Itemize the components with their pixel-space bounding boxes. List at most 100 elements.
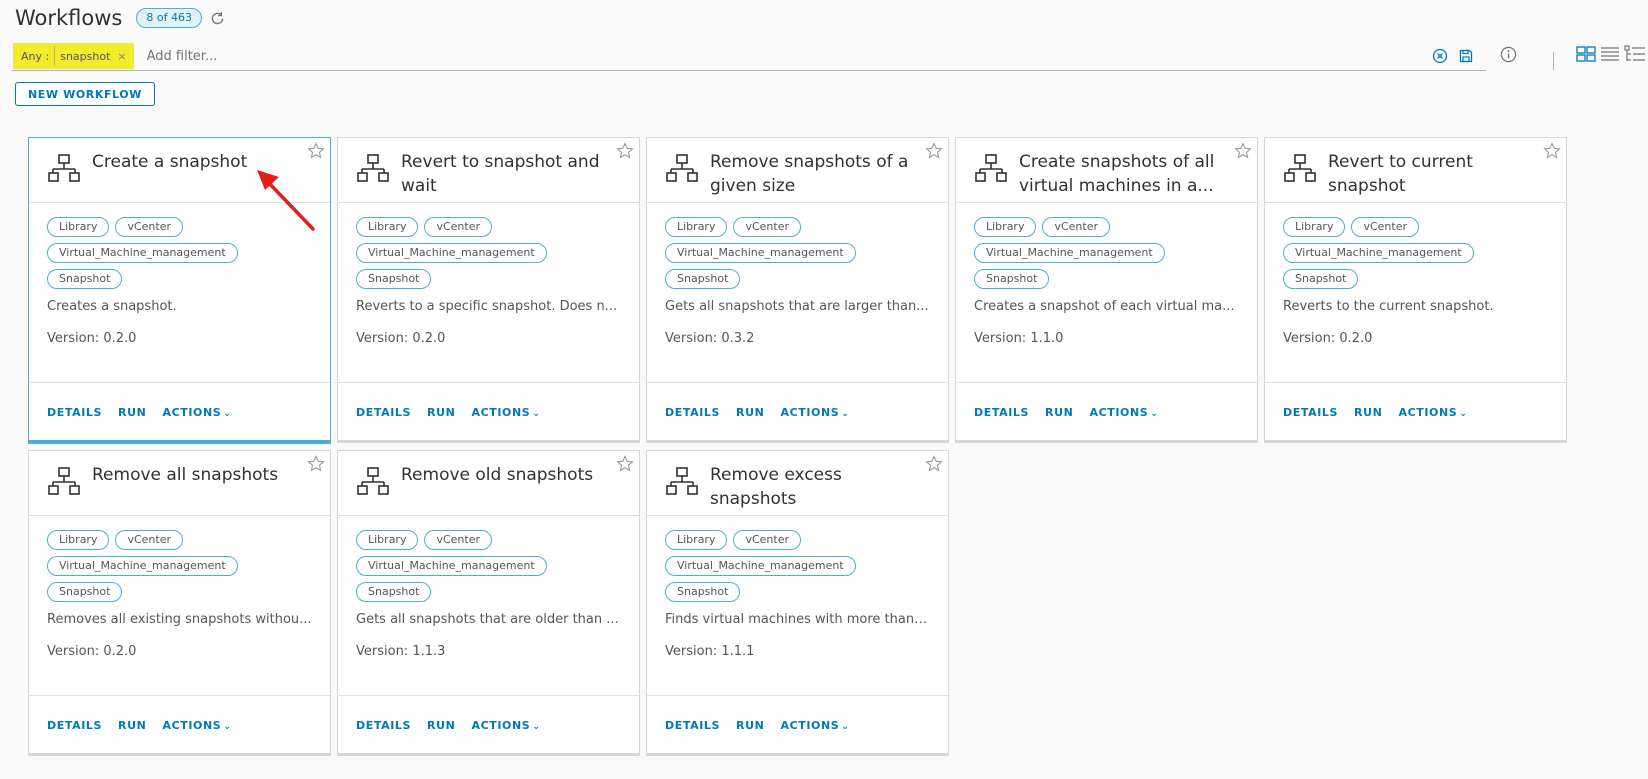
card-description: Gets all snapshots that are older than .…	[356, 612, 619, 627]
run-button[interactable]: RUN	[427, 406, 455, 419]
run-button[interactable]: RUN	[118, 406, 146, 419]
actions-label: ACTIONS	[1089, 405, 1149, 419]
actions-dropdown[interactable]: ACTIONS ⌄	[471, 406, 540, 419]
chevron-down-icon: ⌄	[841, 721, 850, 732]
card-version: Version: 0.2.0	[47, 331, 137, 346]
card-body: Library vCenter Virtual_Machine_management…	[1265, 203, 1566, 383]
card-view-icon[interactable]	[1576, 46, 1596, 62]
workflow-card[interactable]: Remove all snapshots Library vCenter Virtua…	[28, 450, 331, 754]
card-title[interactable]: Revert to snapshot and wait	[401, 150, 606, 198]
card-title[interactable]: Remove old snapshots	[401, 463, 606, 487]
tag-badge: Snapshot	[356, 582, 432, 602]
actions-dropdown[interactable]: ACTIONS ⌄	[471, 719, 540, 732]
workflow-icon	[975, 154, 1007, 182]
tag-badge: Virtual_Machine_management	[47, 556, 238, 576]
favorite-star-icon[interactable]	[925, 455, 943, 473]
card-footer: DETAILS RUN ACTIONS ⌄	[647, 696, 948, 754]
details-button[interactable]: DETAILS	[356, 719, 411, 732]
tree-view-icon[interactable]	[1624, 45, 1646, 63]
actions-label: ACTIONS	[162, 718, 222, 732]
result-count-badge: 8 of 463	[136, 8, 202, 28]
run-button[interactable]: RUN	[1354, 406, 1382, 419]
remove-filter-icon[interactable]: ×	[115, 50, 130, 63]
card-title[interactable]: Create snapshots of all virtual machines…	[1019, 150, 1224, 198]
tag-badge: Snapshot	[356, 269, 432, 289]
workflow-card[interactable]: Revert to current snapshot Library vCenter…	[1264, 137, 1567, 441]
filter-chip[interactable]: Any : snapshot ×	[13, 43, 134, 69]
run-button[interactable]: RUN	[736, 719, 764, 732]
card-version: Version: 1.1.3	[356, 644, 446, 659]
tag-badge: Library	[665, 217, 728, 237]
favorite-star-icon[interactable]	[307, 455, 325, 473]
workflow-card[interactable]: Revert to snapshot and wait Library vCente…	[337, 137, 640, 441]
workflow-card[interactable]: Remove old snapshots Library vCenter Virtua…	[337, 450, 640, 754]
card-description: Finds virtual machines with more than ..…	[665, 612, 930, 627]
chevron-down-icon: ⌄	[223, 408, 232, 419]
save-filter-icon[interactable]	[1458, 48, 1474, 64]
filter-bar: Any : snapshot ×	[12, 42, 1486, 71]
tag-badge: vCenter	[424, 217, 493, 237]
card-header: Revert to snapshot and wait	[338, 138, 639, 203]
refresh-icon[interactable]	[209, 10, 226, 27]
card-header: Create snapshots of all virtual machines…	[956, 138, 1257, 203]
info-icon[interactable]	[1500, 46, 1517, 63]
card-header: Remove old snapshots	[338, 451, 639, 516]
details-button[interactable]: DETAILS	[665, 406, 720, 419]
tag-badge: vCenter	[1351, 217, 1420, 237]
tag-badge: vCenter	[115, 217, 184, 237]
card-body: Library vCenter Virtual_Machine_management…	[647, 516, 948, 696]
details-button[interactable]: DETAILS	[47, 406, 102, 419]
details-button[interactable]: DETAILS	[665, 719, 720, 732]
tag-list: Library vCenter Virtual_Machine_management…	[974, 217, 1234, 295]
favorite-star-icon[interactable]	[925, 142, 943, 160]
actions-dropdown[interactable]: ACTIONS ⌄	[780, 719, 849, 732]
details-button[interactable]: DETAILS	[974, 406, 1029, 419]
page-title: Workflows	[15, 6, 123, 30]
run-button[interactable]: RUN	[736, 406, 764, 419]
card-title[interactable]: Revert to current snapshot	[1328, 150, 1533, 198]
run-button[interactable]: RUN	[118, 719, 146, 732]
run-button[interactable]: RUN	[427, 719, 455, 732]
tag-badge: vCenter	[424, 530, 493, 550]
favorite-star-icon[interactable]	[1543, 142, 1561, 160]
details-button[interactable]: DETAILS	[47, 719, 102, 732]
toolbar-divider	[1553, 52, 1554, 70]
favorite-star-icon[interactable]	[616, 142, 634, 160]
actions-dropdown[interactable]: ACTIONS ⌄	[162, 719, 231, 732]
tag-list: Library vCenter Virtual_Machine_management…	[47, 530, 307, 608]
workflow-card[interactable]: Remove excess snapshots Library vCenter Vir…	[646, 450, 949, 754]
filter-input[interactable]	[144, 47, 1369, 65]
tag-badge: Virtual_Machine_management	[356, 556, 547, 576]
card-footer: DETAILS RUN ACTIONS ⌄	[29, 696, 330, 754]
run-button[interactable]: RUN	[1045, 406, 1073, 419]
card-title[interactable]: Remove all snapshots	[92, 463, 297, 487]
details-button[interactable]: DETAILS	[1283, 406, 1338, 419]
favorite-star-icon[interactable]	[307, 142, 325, 160]
card-footer: DETAILS RUN ACTIONS ⌄	[956, 383, 1257, 441]
tag-list: Library vCenter Virtual_Machine_management…	[1283, 217, 1543, 295]
tag-badge: Snapshot	[47, 269, 123, 289]
actions-dropdown[interactable]: ACTIONS ⌄	[1398, 406, 1467, 419]
actions-dropdown[interactable]: ACTIONS ⌄	[1089, 406, 1158, 419]
actions-dropdown[interactable]: ACTIONS ⌄	[162, 406, 231, 419]
card-body: Library vCenter Virtual_Machine_management…	[956, 203, 1257, 383]
clear-filter-icon[interactable]	[1432, 48, 1448, 64]
card-title[interactable]: Remove excess snapshots	[710, 463, 915, 511]
annotation-arrow	[257, 170, 315, 231]
card-footer: DETAILS RUN ACTIONS ⌄	[29, 383, 330, 441]
card-version: Version: 0.2.0	[356, 331, 446, 346]
workflow-card[interactable]: Create snapshots of all virtual machines…	[955, 137, 1258, 441]
card-version: Version: 0.3.2	[665, 331, 755, 346]
card-title[interactable]: Remove snapshots of a given size	[710, 150, 915, 198]
new-workflow-button[interactable]: NEW WORKFLOW	[15, 82, 155, 106]
page-header: Workflows 8 of 463	[15, 6, 226, 30]
workflow-card[interactable]: Remove snapshots of a given size Library v…	[646, 137, 949, 441]
details-button[interactable]: DETAILS	[356, 406, 411, 419]
favorite-star-icon[interactable]	[616, 455, 634, 473]
list-view-icon[interactable]	[1600, 46, 1620, 62]
favorite-star-icon[interactable]	[1234, 142, 1252, 160]
chevron-down-icon: ⌄	[223, 721, 232, 732]
tag-badge: Virtual_Machine_management	[665, 243, 856, 263]
card-header: Remove snapshots of a given size	[647, 138, 948, 203]
actions-dropdown[interactable]: ACTIONS ⌄	[780, 406, 849, 419]
